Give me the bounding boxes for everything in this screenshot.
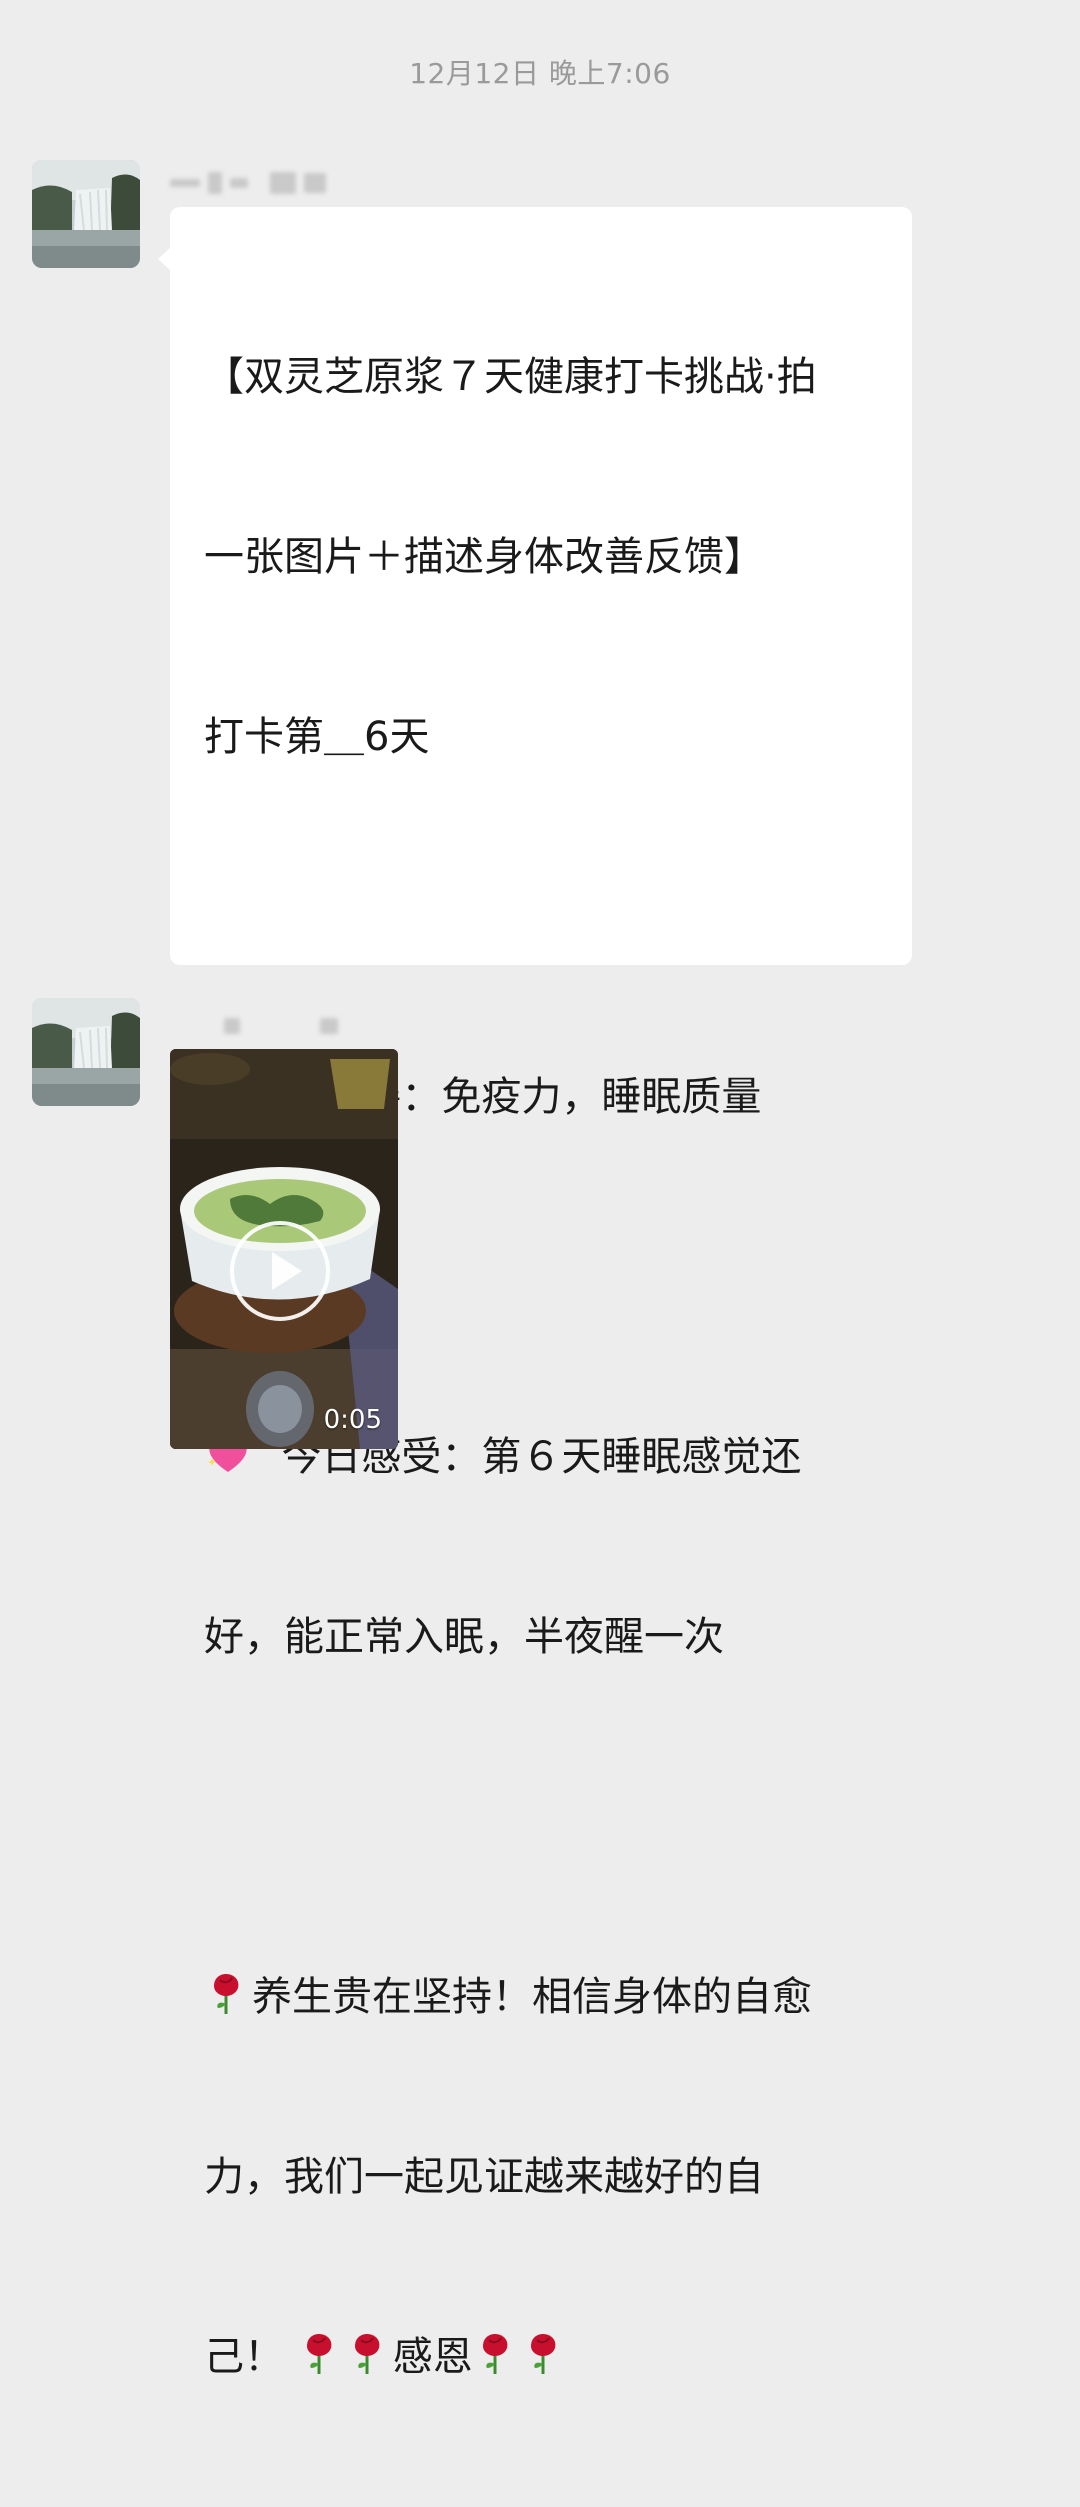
- message-line: 【双灵芝原浆７天健康打卡挑战·拍: [204, 354, 817, 400]
- gratitude-text: 感恩: [392, 2334, 473, 2380]
- sender-name-redacted: [170, 168, 326, 198]
- message-line-end: 己！: [204, 2334, 284, 2380]
- rose-icon: [306, 2334, 332, 2374]
- waterfall-avatar-icon: [32, 998, 140, 1106]
- message-timestamp: 12月12日 晚上7:06: [409, 57, 671, 90]
- rose-icon: [482, 2334, 508, 2374]
- message-line: 好，能正常入眠，半夜醒一次: [204, 1614, 724, 1660]
- message-line: 养生贵在坚持！相信身体的自愈: [204, 1967, 886, 2027]
- video-message[interactable]: 0:05: [170, 1049, 398, 1449]
- text-message-bubble[interactable]: 【双灵芝原浆７天健康打卡挑战·拍 一张图片＋描述身体改善反馈】 打卡第＿6天 想…: [158, 207, 912, 2380]
- message-line: 打卡第＿6天: [204, 714, 430, 760]
- waterfall-avatar-icon: [32, 160, 140, 268]
- message-line: 己！ 感恩: [204, 2327, 886, 2387]
- sender-name-redacted: [224, 1011, 338, 1041]
- persistence-text: 养生贵在坚持！相信身体的自愈: [252, 1974, 812, 2020]
- sender-avatar[interactable]: [32, 160, 140, 268]
- message-line: 力，我们一起见证越来越好的自: [204, 2154, 764, 2200]
- rose-icon: [214, 1974, 239, 2014]
- rose-icon: [530, 2334, 556, 2374]
- play-icon[interactable]: [230, 1221, 330, 1321]
- message-line: 一张图片＋描述身体改善反馈】: [204, 534, 764, 580]
- sender-avatar[interactable]: [32, 998, 140, 1106]
- video-duration: 0:05: [323, 1405, 382, 1435]
- rose-icon: [354, 2334, 380, 2374]
